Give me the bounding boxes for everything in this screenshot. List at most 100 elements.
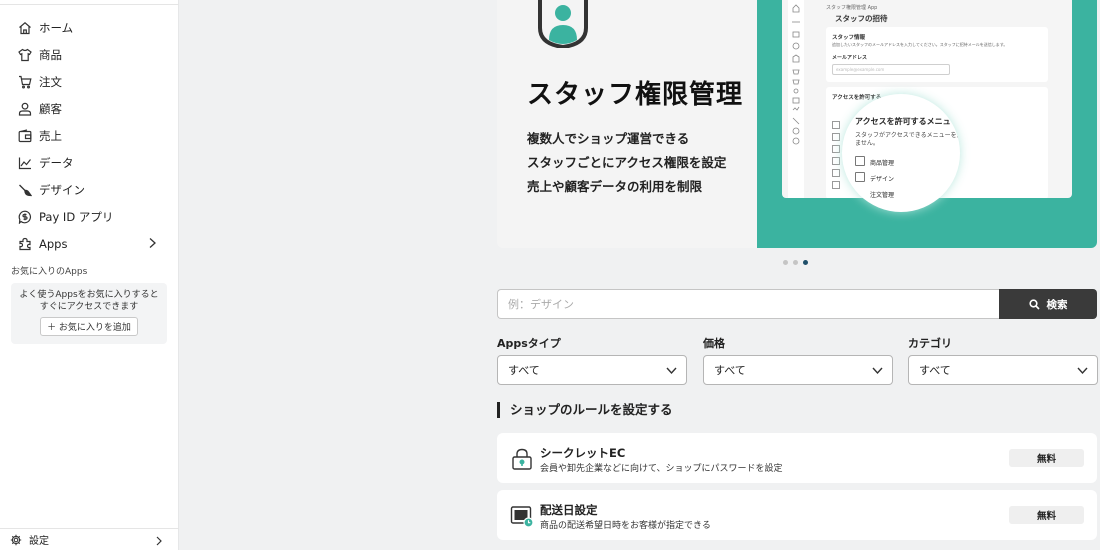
mock-app-name: スタッフ権限管理 App xyxy=(826,5,878,11)
app-name: 配送日設定 xyxy=(540,503,598,517)
mock-checkbox xyxy=(832,145,840,153)
carousel-dots xyxy=(783,260,808,265)
banner-line: 複数人でショップ運営できる xyxy=(527,131,690,146)
favorites-empty-line2: すぐにアクセスできます xyxy=(39,302,139,312)
app-card-delivery-date[interactable]: 配送日設定 商品の配送希望日時をお客様が指定できる 無料 xyxy=(497,490,1097,540)
select-value: すべて xyxy=(919,364,951,377)
zoom-checkbox xyxy=(855,172,865,182)
carousel-dot-active[interactable] xyxy=(803,260,808,265)
search-button[interactable]: 検索 xyxy=(999,289,1097,319)
price-badge: 無料 xyxy=(1009,506,1084,524)
sidebar-item-label: Pay ID アプリ xyxy=(39,209,114,224)
app-description: 商品の配送希望日時をお客様が指定できる xyxy=(540,521,711,531)
payid-icon xyxy=(18,210,32,224)
sidebar-item-label: データ xyxy=(39,155,74,170)
banner-title: スタッフ権限管理 xyxy=(527,80,744,110)
sidebar: ホーム 商品 注文 顧客 売上 データ デザイン Pay ID アプリ Apps… xyxy=(0,0,179,550)
chart-line-icon xyxy=(18,156,32,170)
select-value: すべて xyxy=(714,364,746,377)
search-button-label: 検索 xyxy=(1046,298,1068,311)
mock-page-title: スタッフの招待 xyxy=(835,14,888,23)
cart-icon xyxy=(18,75,32,89)
sidebar-item-label: 商品 xyxy=(39,47,62,62)
settings-label: 設定 xyxy=(29,536,49,547)
zoom-title: アクセスを許可するメニュー xyxy=(855,117,959,126)
sidebar-item-apps[interactable]: Apps xyxy=(0,230,179,257)
mock-sidebar xyxy=(788,0,804,198)
filter-label-price: 価格 xyxy=(703,337,725,350)
search-icon xyxy=(1028,298,1040,310)
sidebar-item-label: 売上 xyxy=(39,128,62,143)
sidebar-item-payid[interactable]: Pay ID アプリ xyxy=(0,203,179,230)
sidebar-item-design[interactable]: デザイン xyxy=(0,176,179,203)
carousel-dot[interactable] xyxy=(783,260,788,265)
mock-card-staff-info: スタッフ情報 追加したいスタッフのメールアドレスを入力してください。スタッフに招… xyxy=(826,27,1048,82)
promo-banner[interactable]: スタッフ権限管理 複数人でショップ運営できる スタッフごとにアクセス権限を設定 … xyxy=(497,0,1097,248)
sidebar-nav: ホーム 商品 注文 顧客 売上 データ デザイン Pay ID アプリ Apps xyxy=(0,14,179,257)
mock-checkbox xyxy=(832,133,840,141)
staff-shield-icon xyxy=(538,0,588,48)
sidebar-item-home[interactable]: ホーム xyxy=(0,14,179,41)
mock-card-desc: 追加したいスタッフのメールアドレスを入力してください。スタッフに招待メールを送信… xyxy=(832,42,1008,47)
app-description: 会員や卸先企業などに向けて、ショップにパスワードを設定 xyxy=(540,464,783,474)
puzzle-icon xyxy=(18,237,32,251)
zoom-item-label: 注文管理 xyxy=(870,192,895,199)
zoom-desc: ません。 xyxy=(855,140,879,147)
mock-card-title: スタッフ情報 xyxy=(832,35,866,41)
sidebar-item-customers[interactable]: 顧客 xyxy=(0,95,179,122)
search-input[interactable] xyxy=(497,289,999,319)
add-favorite-button[interactable]: ＋ お気に入りを追加 xyxy=(40,317,138,336)
mock-checkbox xyxy=(832,169,840,177)
price-badge: 無料 xyxy=(1009,449,1084,467)
chevron-down-icon xyxy=(1077,367,1088,375)
shirt-icon xyxy=(18,48,32,62)
apps-type-select[interactable]: すべて xyxy=(497,355,687,385)
sidebar-item-label: ホーム xyxy=(39,20,74,35)
home-icon xyxy=(18,21,32,35)
mock-sidebar-icons xyxy=(792,4,800,145)
sidebar-item-orders[interactable]: 注文 xyxy=(0,68,179,95)
wallet-icon xyxy=(18,128,32,143)
carousel-dot[interactable] xyxy=(793,260,798,265)
chevron-down-icon xyxy=(872,367,883,375)
person-icon xyxy=(18,102,32,116)
app-card-secret-ec[interactable]: シークレットEC 会員や卸先企業などに向けて、ショップにパスワードを設定 無料 xyxy=(497,433,1097,483)
filter-label-type: Appsタイプ xyxy=(497,337,561,350)
mock-checkbox xyxy=(832,121,840,129)
mock-email-label: メールアドレス xyxy=(832,55,868,61)
sidebar-item-label: 顧客 xyxy=(39,101,62,116)
sidebar-divider xyxy=(0,4,179,5)
app-search: 検索 xyxy=(497,289,1097,319)
chevron-right-icon xyxy=(149,238,156,248)
sidebar-item-label: 注文 xyxy=(39,74,62,89)
zoom-item-label: デザイン xyxy=(870,176,895,183)
chevron-right-icon xyxy=(156,536,162,546)
sidebar-item-settings[interactable]: 設定 xyxy=(0,528,179,550)
chevron-down-icon xyxy=(666,367,677,375)
mock-email-input: example@example.com xyxy=(832,64,950,75)
sidebar-item-label: Apps xyxy=(39,236,68,251)
banner-line: 売上や顧客データの利用を制限 xyxy=(527,179,703,194)
select-value: すべて xyxy=(508,364,540,377)
category-select[interactable]: すべて xyxy=(908,355,1098,385)
sidebar-item-sales[interactable]: 売上 xyxy=(0,122,179,149)
favorites-title: お気に入りのApps xyxy=(11,267,88,277)
price-select[interactable]: すべて xyxy=(703,355,893,385)
lock-icon xyxy=(512,448,532,470)
calendar-clock-icon xyxy=(510,506,534,528)
section-title: ショップのルールを設定する xyxy=(497,402,673,418)
banner-zoom-circle: アクセスを許可するメニュー スタッフがアクセスできるメニューを選 ません。 商品… xyxy=(842,94,960,212)
mock-checkbox xyxy=(832,181,840,189)
zoom-item-label: 商品管理 xyxy=(870,160,895,167)
banner-line: スタッフごとにアクセス権限を設定 xyxy=(527,155,727,170)
mock-checkbox xyxy=(832,157,840,165)
mock-email-placeholder: example@example.com xyxy=(836,67,885,72)
app-name: シークレットEC xyxy=(540,446,626,460)
sidebar-item-label: デザイン xyxy=(39,182,85,197)
filter-label-category: カテゴリ xyxy=(908,337,952,350)
zoom-checkbox xyxy=(855,156,865,166)
favorites-empty-box: よく使うAppsをお気に入りすると すぐにアクセスできます ＋ お気に入りを追加 xyxy=(11,283,167,344)
sidebar-item-products[interactable]: 商品 xyxy=(0,41,179,68)
sidebar-item-data[interactable]: データ xyxy=(0,149,179,176)
gear-icon xyxy=(10,534,22,545)
